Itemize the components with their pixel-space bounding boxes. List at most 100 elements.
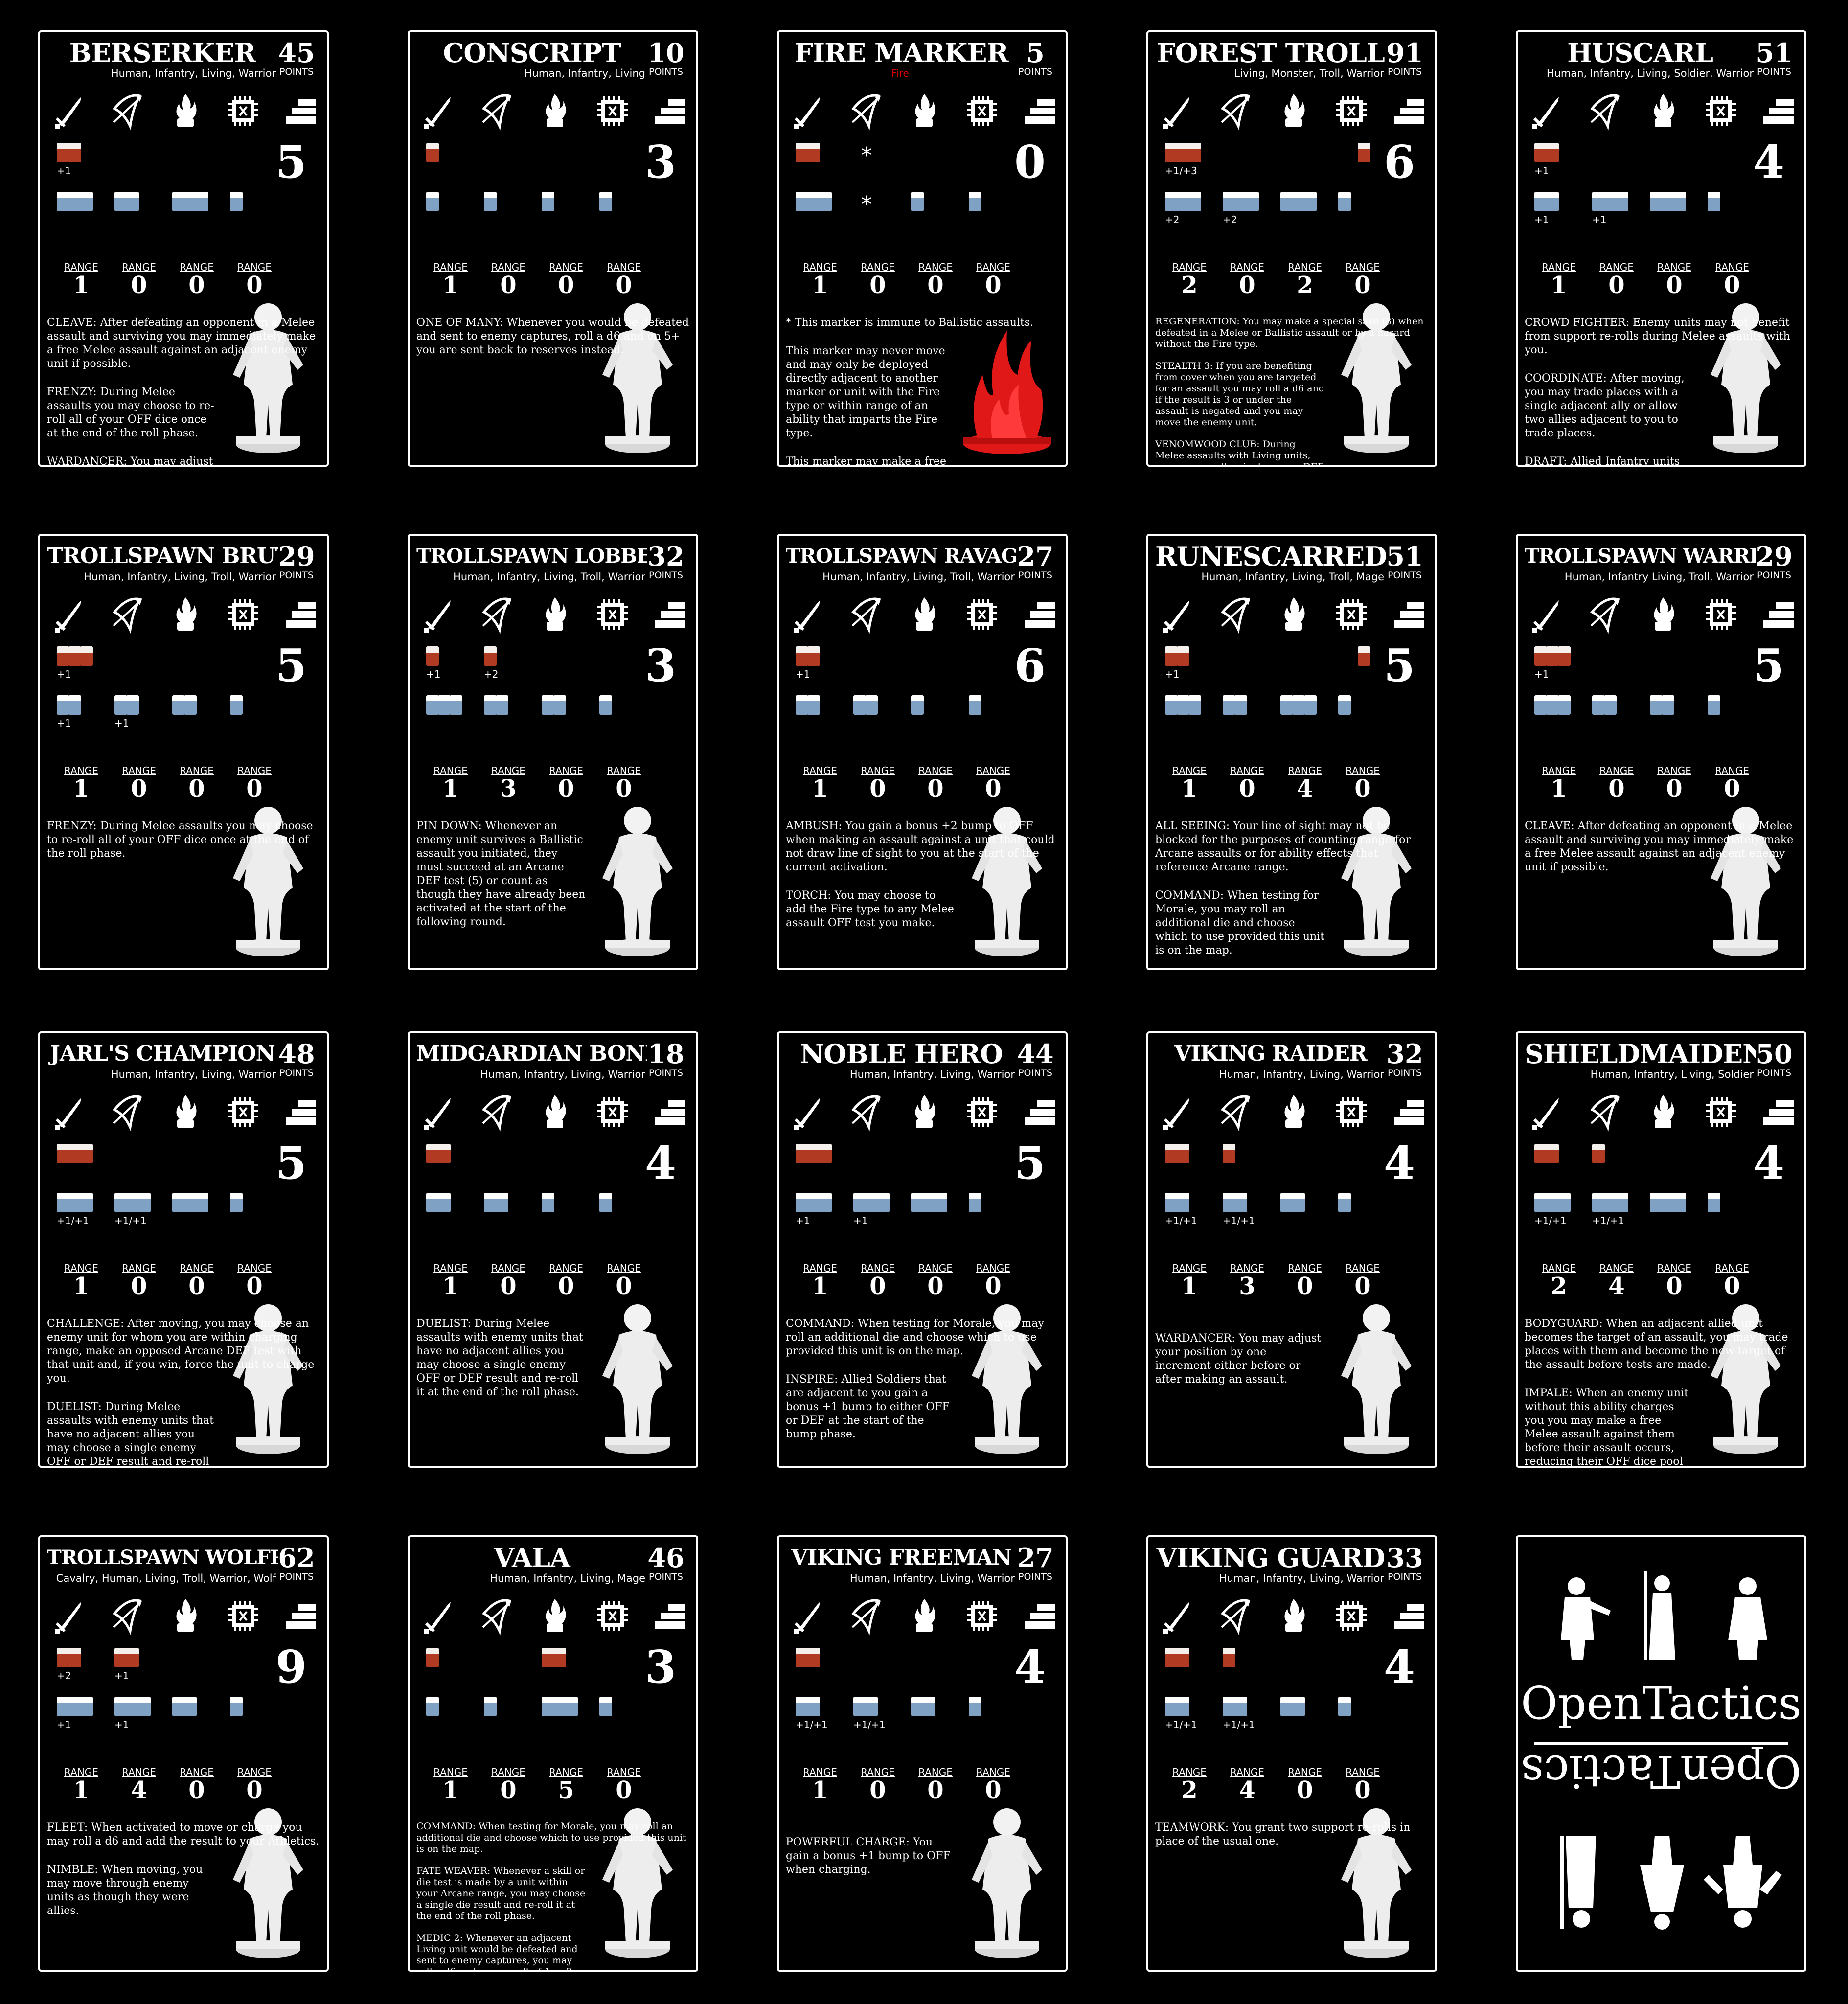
def-die (438, 695, 451, 715)
def-bonus: +1 (1592, 214, 1607, 226)
def-die (172, 1697, 185, 1716)
range-value: 0 (188, 1273, 205, 1300)
off-die (1188, 143, 1201, 162)
def-die (1338, 1193, 1351, 1212)
unit-card[interactable]: SHIELDMAIDEN 50 POINTS Human, Infantry, Liv… (1516, 1031, 1806, 1468)
ability-list: COMMAND: When testing for Morale, you ma… (416, 1821, 689, 1970)
def-bonus: +1 (796, 1215, 810, 1227)
range-column: RANGE 1 (1531, 765, 1586, 801)
def-die (230, 1697, 243, 1716)
def-die (484, 695, 497, 715)
melee-sword-icon (791, 90, 827, 131)
defense-value: 5 (1753, 639, 1784, 692)
unit-card[interactable]: TROLLSPAWN WOLFRIDER62POINTSCavalry, Hum… (38, 1535, 329, 1972)
arcane-fire-icon (1645, 1091, 1681, 1132)
def-die (565, 1697, 578, 1716)
unit-name: TROLLSPAWN WOLFRIDER (47, 1546, 278, 1569)
points-label: POINTS (279, 67, 314, 77)
unit-points: 29 (278, 541, 315, 572)
unit-card[interactable]: HUSCARL 51 POINTS Human, Infantry, Living, … (1516, 30, 1806, 467)
defense-value: 6 (1014, 639, 1046, 692)
unit-card[interactable]: TROLLSPAWN WARRIOR29POINTSHuman, Infantr… (1516, 534, 1806, 970)
defense-value: 3 (644, 136, 676, 188)
def-die (114, 1697, 127, 1716)
stat-icons (1518, 90, 1804, 131)
unit-card[interactable]: VIKING RAIDER 32 POINTS Human, Infantry, Li… (1146, 1031, 1437, 1468)
def-die (114, 695, 127, 715)
tech-chip-icon (964, 1595, 1000, 1636)
off-die (807, 1144, 820, 1163)
range-column: RANGE 0 (1278, 1262, 1332, 1298)
points-label: POINTS (279, 1068, 314, 1078)
range-value: 0 (1239, 272, 1255, 299)
unit-card[interactable]: FIRE MARKER 5 POINTS Fire * * 0 RANGE 1 RANGE 0 RAN… (777, 30, 1068, 467)
range-column: RANGE 0 (850, 765, 905, 801)
unit-card[interactable]: VIKING GUARD 33 POINTS Human, Infantry, Liv… (1146, 1535, 1437, 1972)
range-column: RANGE 3 (1220, 1262, 1275, 1298)
unit-name: VIKING RAIDER (1174, 1041, 1367, 1066)
off-die (1534, 143, 1547, 162)
unit-card[interactable]: CONSCRIPT 10 POINTS Human, Infantry, Living… (408, 30, 698, 467)
def-die (911, 192, 924, 211)
unit-card[interactable]: MIDGARDIAN BONDI 18 POINTS Human, Infantry,… (408, 1031, 698, 1468)
card-header: VIKING RAIDER 32 POINTS Human, Infantry, Li… (1148, 1039, 1435, 1080)
range-column: RANGE 0 (112, 1262, 166, 1298)
def-die (80, 192, 93, 211)
def-die (807, 695, 820, 715)
range-value: 0 (1239, 775, 1255, 802)
def-die (57, 1193, 69, 1212)
range-column: RANGE 0 (481, 1262, 536, 1298)
def-die (1292, 1697, 1305, 1716)
card-header: MIDGARDIAN BONDI 18 POINTS Human, Infantry,… (410, 1039, 696, 1080)
off-dice-row (784, 1144, 989, 1188)
unit-points: 46 (647, 1542, 684, 1573)
ability-text: MEDIC 2: Whenever an adjacent Living uni… (416, 1933, 578, 1972)
range-value: 0 (131, 775, 147, 802)
unit-card[interactable]: JARL'S CHAMPION 48 POINTS Human, Infantry, … (38, 1031, 329, 1468)
card-header: JARL'S CHAMPION 48 POINTS Human, Infantry, … (40, 1039, 327, 1080)
card-header: VALA 46 POINTS Human, Infantry, Living, Mag… (410, 1543, 696, 1584)
def-die (1280, 695, 1293, 715)
def-die (853, 1697, 866, 1716)
ballistic-bow-icon (1587, 1091, 1623, 1132)
off-die (438, 1144, 451, 1163)
def-die (1616, 192, 1628, 211)
unit-card[interactable]: TROLLSPAWN BRUTE29POINTSHuman, Infantry,… (38, 534, 329, 970)
range-column: RANGE 1 (54, 765, 109, 801)
off-dice-row: +1 (1523, 646, 1728, 690)
unit-card[interactable]: NOBLE HERO 44 POINTS Human, Infantry, Livin… (777, 1031, 1068, 1468)
card-header: BERSERKER 45 POINTS Human, Infantry, Living… (40, 38, 327, 79)
unit-card[interactable]: VIKING FREEMAN 27 POINTS Human, Infantry, L… (777, 1535, 1068, 1972)
ability-list: ALL SEEING: Your line of sight may not b… (1155, 820, 1428, 961)
unit-types: Human, Infantry, Living, Soldier, Warrio… (1546, 68, 1754, 79)
ability-text: AMBUSH: You gain a bonus +2 bump to OFF … (786, 820, 1058, 873)
def-die (196, 192, 208, 211)
off-bonus: +1/+3 (1165, 165, 1197, 177)
card-header: FOREST TROLL 91 POINTS Living, Monster, Tro… (1148, 38, 1435, 79)
range-value: 1 (812, 775, 828, 802)
unit-card[interactable]: VALA 46 POINTS Human, Infantry, Living, Mag… (408, 1535, 698, 1972)
off-die (426, 143, 439, 162)
unit-card[interactable]: TROLLSPAWN RAVAGER27POINTSHuman, Infantr… (777, 534, 1068, 970)
points-label: POINTS (279, 1571, 314, 1582)
athletics-steps-icon (652, 593, 688, 635)
unit-card[interactable]: FOREST TROLL 91 POINTS Living, Monster, Tro… (1146, 30, 1437, 467)
unit-card[interactable]: RUNESCARRED 51 POINTS Human, Infantry, Livi… (1146, 534, 1437, 970)
card-header: TROLLSPAWN LOBBER 32 POINTS Human, Infantry… (410, 542, 696, 583)
unit-card[interactable]: BERSERKER 45 POINTS Human, Infantry, Living… (38, 30, 329, 467)
unit-card[interactable]: TROLLSPAWN LOBBER 32 POINTS Human, Infantry… (408, 534, 698, 970)
def-die (1650, 192, 1663, 211)
arcane-fire-icon (1276, 1595, 1312, 1636)
tech-chip-icon (1333, 593, 1369, 635)
off-dice-row (784, 1648, 989, 1692)
ballistic-bow-icon (479, 1091, 515, 1132)
off-die (1592, 1144, 1605, 1163)
def-die (1177, 1697, 1189, 1716)
off-dice-row: +1 (45, 143, 251, 187)
range-value: 0 (1297, 1776, 1313, 1804)
unit-name: CONSCRIPT (443, 38, 621, 68)
fire-type-tag: Fire (891, 68, 909, 79)
def-die (126, 695, 139, 715)
ability-text: DRAFT: Allied Infantry units count as po… (1525, 455, 1680, 467)
stat-icons (1518, 1091, 1804, 1132)
